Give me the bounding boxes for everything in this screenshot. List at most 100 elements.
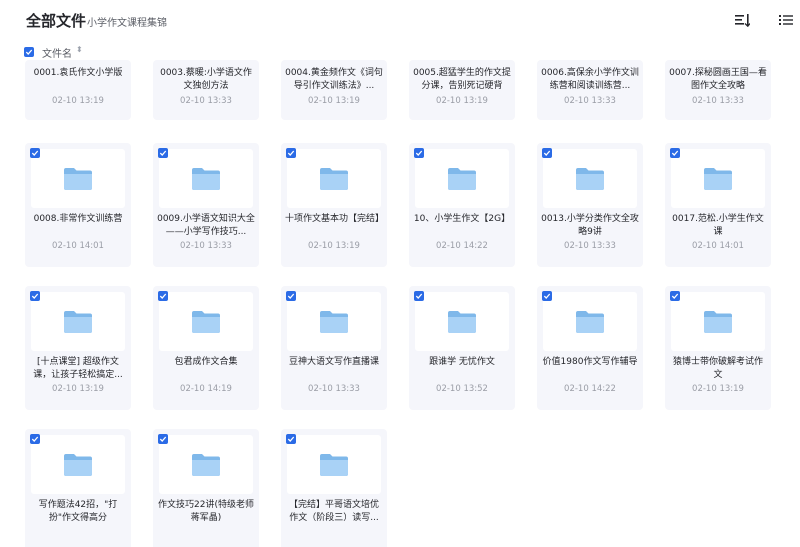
folder-card[interactable]: 0006.高保余小学作文训练营和阅读训练营... 02-10 13:33 [537, 60, 643, 120]
folder-card[interactable]: 0009.小学语文知识大全——小学写作技巧... 02-10 13:33 [153, 143, 259, 267]
folder-thumbnail [671, 149, 765, 208]
checkmark-icon [31, 150, 39, 156]
folder-card[interactable]: 作文技巧22讲(特级老师蒋军晶) [153, 429, 259, 547]
folder-icon [320, 453, 348, 476]
folder-name: 0006.高保余小学作文训练营和阅读训练营... [541, 68, 639, 91]
folder-date: 02-10 14:01 [692, 241, 744, 251]
folder-name: 0009.小学语文知识大全——小学写作技巧... [157, 214, 255, 237]
folder-thumbnail [543, 149, 637, 208]
folder-card[interactable]: 价值1980作文写作辅导 02-10 14:22 [537, 286, 643, 410]
folder-checkbox[interactable] [158, 291, 168, 301]
folder-name: 价值1980作文写作辅导 [542, 357, 638, 367]
folder-icon [64, 167, 92, 190]
folder-card[interactable]: 十项作文基本功【完结】 02-10 13:19 [281, 143, 387, 267]
folder-name: 10、小学生作文【2G】 [413, 214, 511, 224]
folder-checkbox[interactable] [670, 148, 680, 158]
folder-icon [320, 167, 348, 190]
folder-date: 02-10 13:19 [436, 96, 488, 106]
folder-checkbox[interactable] [414, 291, 424, 301]
folder-name: 十项作文基本功【完结】 [285, 214, 383, 224]
checkmark-icon [543, 293, 551, 299]
folder-name: 0017.范松.小学生作文课 [672, 214, 764, 237]
folder-card[interactable]: [十点课堂] 超级作文课，让孩子轻松搞定... 02-10 13:19 [25, 286, 131, 410]
checkmark-icon [31, 293, 39, 299]
folder-name: 0013.小学分类作文全攻略9讲 [541, 214, 639, 237]
folder-name: 猿博士带你破解考试作文 [672, 357, 763, 380]
folder-icon [704, 167, 732, 190]
folder-card[interactable]: 0003.蔡暖:小学语文作文独创方法 02-10 13:33 [153, 60, 259, 120]
folder-name: 0008.非常作文训练营 [33, 214, 123, 224]
folder-thumbnail [415, 292, 509, 351]
checkmark-icon [31, 436, 39, 442]
folder-date: 02-10 14:22 [564, 384, 616, 394]
folder-checkbox[interactable] [158, 434, 168, 444]
folder-card[interactable]: 写作题法42招，"打扮"作文得高分 [25, 429, 131, 547]
folder-card[interactable]: 豆神大语文写作直播课 02-10 13:33 [281, 286, 387, 410]
folder-name: 0001.袁氏作文小学版 [33, 68, 123, 78]
folder-name: 包君成作文合集 [174, 357, 238, 367]
folder-checkbox[interactable] [670, 291, 680, 301]
folder-checkbox[interactable] [30, 291, 40, 301]
folder-card[interactable]: 0008.非常作文训练营 02-10 14:01 [25, 143, 131, 267]
folder-card[interactable]: 10、小学生作文【2G】 02-10 14:22 [409, 143, 515, 267]
folder-thumbnail [543, 292, 637, 351]
folder-card[interactable]: 猿博士带你破解考试作文 02-10 13:19 [665, 286, 771, 410]
folder-icon [192, 310, 220, 333]
checkmark-icon [287, 293, 295, 299]
checkmark-icon [159, 436, 167, 442]
checkmark-icon [287, 436, 295, 442]
folder-icon [64, 453, 92, 476]
folder-name: 0007.探秘圆画王国—看图作文全攻略 [669, 68, 767, 91]
folder-thumbnail [415, 149, 509, 208]
folder-card[interactable]: 0013.小学分类作文全攻略9讲 02-10 13:33 [537, 143, 643, 267]
folder-icon [192, 167, 220, 190]
folder-card[interactable]: 0007.探秘圆画王国—看图作文全攻略 02-10 13:33 [665, 60, 771, 120]
folder-thumbnail [31, 435, 125, 494]
folder-checkbox[interactable] [286, 291, 296, 301]
folder-checkbox[interactable] [542, 148, 552, 158]
folder-icon [576, 310, 604, 333]
folder-name: 豆神大语文写作直播课 [288, 357, 379, 367]
folder-name: 0005.超猛学生的作文提分课，告别死记硬背 [413, 68, 511, 91]
folder-checkbox[interactable] [158, 148, 168, 158]
folder-thumbnail [287, 149, 381, 208]
folder-icon [576, 167, 604, 190]
folder-thumbnail [287, 292, 381, 351]
folder-name: 0003.蔡暖:小学语文作文独创方法 [160, 68, 252, 91]
folder-date: 02-10 13:19 [52, 384, 104, 394]
folder-checkbox[interactable] [30, 148, 40, 158]
folder-checkbox[interactable] [542, 291, 552, 301]
folder-card[interactable]: 0005.超猛学生的作文提分课，告别死记硬背 02-10 13:19 [409, 60, 515, 120]
folder-icon [448, 167, 476, 190]
checkmark-icon [415, 293, 423, 299]
folder-checkbox[interactable] [30, 434, 40, 444]
folder-date: 02-10 13:33 [180, 241, 232, 251]
folder-name: 跟谁学 无忧作文 [429, 357, 495, 367]
checkmark-icon [415, 150, 423, 156]
folder-thumbnail [159, 149, 253, 208]
folder-name: [十点课堂] 超级作文课，让孩子轻松搞定... [33, 357, 123, 380]
folder-card[interactable]: 【完结】平哥语文培优作文（阶段三）读写... [281, 429, 387, 547]
folder-icon [704, 310, 732, 333]
folder-date: 02-10 13:19 [52, 96, 104, 106]
checkmark-icon [159, 150, 167, 156]
folder-date: 02-10 13:33 [180, 96, 232, 106]
folder-card[interactable]: 跟谁学 无忧作文 02-10 13:52 [409, 286, 515, 410]
folder-date: 02-10 13:33 [692, 96, 744, 106]
folder-date: 02-10 13:52 [436, 384, 488, 394]
folder-card[interactable]: 0001.袁氏作文小学版 02-10 13:19 [25, 60, 131, 120]
folder-checkbox[interactable] [414, 148, 424, 158]
folder-icon [64, 310, 92, 333]
folder-icon [192, 453, 220, 476]
folder-date: 02-10 13:19 [308, 241, 360, 251]
folder-name: 【完结】平哥语文培优作文（阶段三）读写... [288, 500, 379, 523]
scrollbar[interactable] [796, 0, 800, 547]
folder-card[interactable]: 0017.范松.小学生作文课 02-10 14:01 [665, 143, 771, 267]
folder-checkbox[interactable] [286, 148, 296, 158]
folder-card[interactable]: 包君成作文合集 02-10 14:19 [153, 286, 259, 410]
folder-thumbnail [159, 435, 253, 494]
checkmark-icon [671, 150, 679, 156]
folder-card[interactable]: 0004.黄金频作文《词句导引作文训练法》... 02-10 13:19 [281, 60, 387, 120]
folder-checkbox[interactable] [286, 434, 296, 444]
folder-icon [448, 310, 476, 333]
